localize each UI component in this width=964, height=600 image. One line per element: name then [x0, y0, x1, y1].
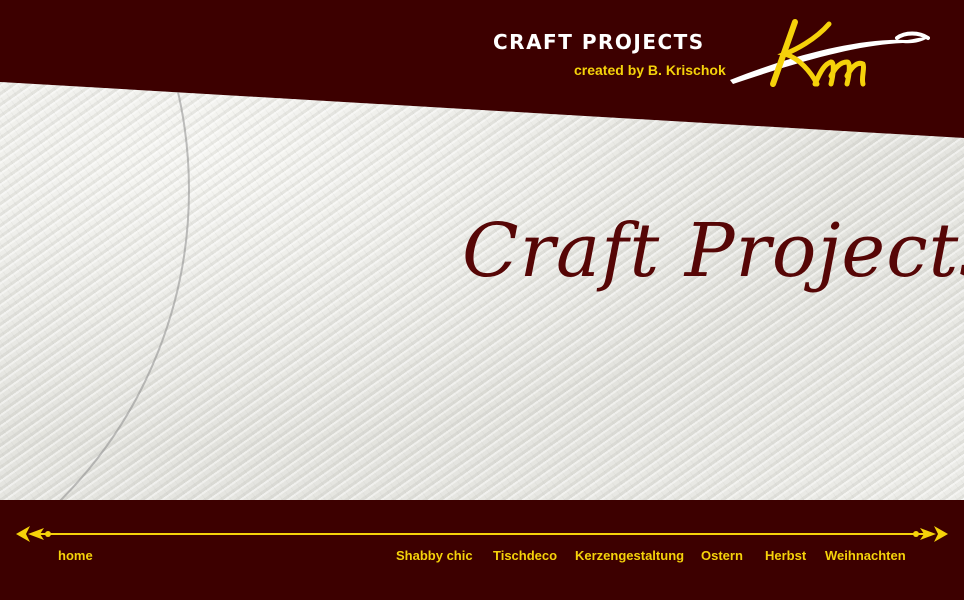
nav-item-ostern[interactable]: Ostern [701, 548, 743, 563]
brand-title: CRAFT PROJECTS [493, 30, 705, 54]
hero-title: Craft Projects [462, 208, 964, 294]
brand-subtitle: created by B. Krischok [574, 62, 726, 78]
nav-item-shabby-chic[interactable]: Shabby chic [396, 548, 473, 563]
nav-item-tischdeco[interactable]: Tischdeco [493, 548, 557, 563]
nav-item-weihnachten[interactable]: Weihnachten [825, 548, 906, 563]
footer-nav-bar: home Shabby chic Tischdeco Kerzengestalt… [0, 500, 964, 600]
nav-home-link[interactable]: home [58, 548, 93, 563]
nav-item-herbst[interactable]: Herbst [765, 548, 806, 563]
nav-item-kerzengestaltung[interactable]: Kerzengestaltung [575, 548, 684, 563]
ornamental-divider [16, 526, 948, 542]
km-logo [730, 19, 930, 87]
